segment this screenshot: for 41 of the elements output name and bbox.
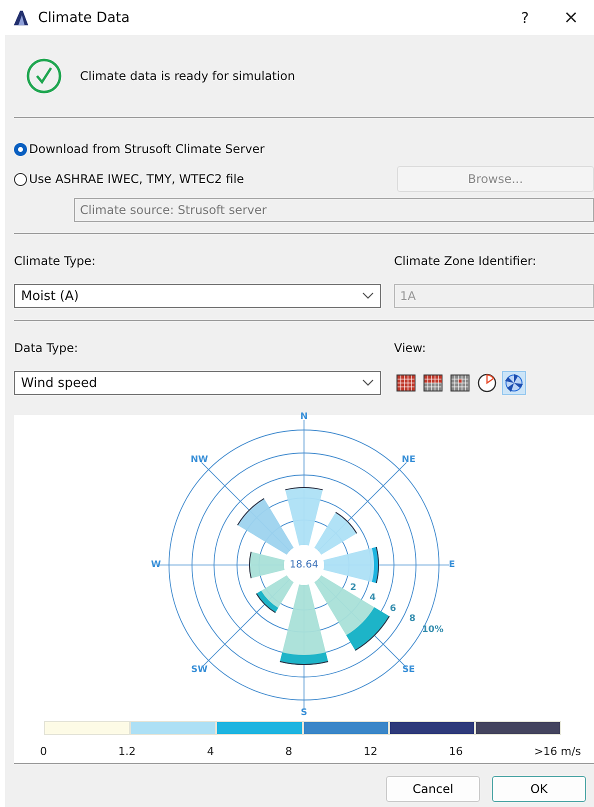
status-message: Climate data is ready for simulation: [80, 69, 296, 83]
direction-label: SW: [191, 664, 208, 675]
legend-tick-label: 12: [364, 745, 378, 758]
chevron-down-icon: [362, 379, 374, 387]
legend-tick-label: 16: [448, 745, 463, 758]
ring-label: 6: [390, 604, 396, 614]
field-label: Climate Zone Identifier:: [394, 254, 538, 270]
cancel-button[interactable]: Cancel: [386, 776, 480, 802]
wind-rose-view-button[interactable]: [502, 371, 526, 395]
ring-label: 4: [370, 593, 376, 604]
direction-label: W: [151, 560, 161, 570]
direction-label: NE: [402, 455, 416, 466]
direction-label: E: [448, 560, 456, 570]
climate-type-dropdown[interactable]: Moist (A): [14, 284, 381, 308]
field-label: Climate Type:: [14, 254, 97, 270]
data-type-dropdown[interactable]: Wind speed: [14, 371, 381, 395]
ring-label: 8: [409, 614, 416, 624]
radio-option[interactable]: Use ASHRAE IWEC, TMY, WTEC2 file: [14, 172, 244, 186]
direction-label: NW: [190, 455, 208, 466]
help-button[interactable]: ?: [502, 0, 548, 35]
app-logo-icon: [12, 8, 30, 26]
ring-label: 10%: [422, 625, 444, 636]
field-label: Data Type:: [14, 341, 80, 357]
direction-label: S: [300, 708, 308, 718]
field-label: View:: [394, 341, 427, 357]
direction-label: N: [300, 412, 308, 422]
legend-tick-label: 1.2: [118, 745, 136, 758]
source-field[interactable]: Climate source: Strusoft server: [74, 198, 594, 222]
close-button[interactable]: ×: [548, 0, 594, 35]
window-title: Climate Data: [38, 10, 131, 26]
legend-tick-label: >16 m/s: [534, 745, 581, 758]
legend-tick-label: 0: [40, 745, 47, 758]
chevron-down-icon: [362, 292, 374, 300]
legend-tick-label: 8: [285, 745, 292, 758]
center-value: 18.64: [290, 560, 318, 570]
clock-view-button[interactable]: [475, 371, 499, 395]
ok-button[interactable]: OK: [492, 776, 586, 802]
legend-tick-label: 4: [207, 745, 214, 758]
radio-option[interactable]: Download from Strusoft Climate Server: [14, 142, 265, 156]
direction-label: SE: [402, 664, 415, 675]
ring-label: 2: [350, 583, 356, 593]
